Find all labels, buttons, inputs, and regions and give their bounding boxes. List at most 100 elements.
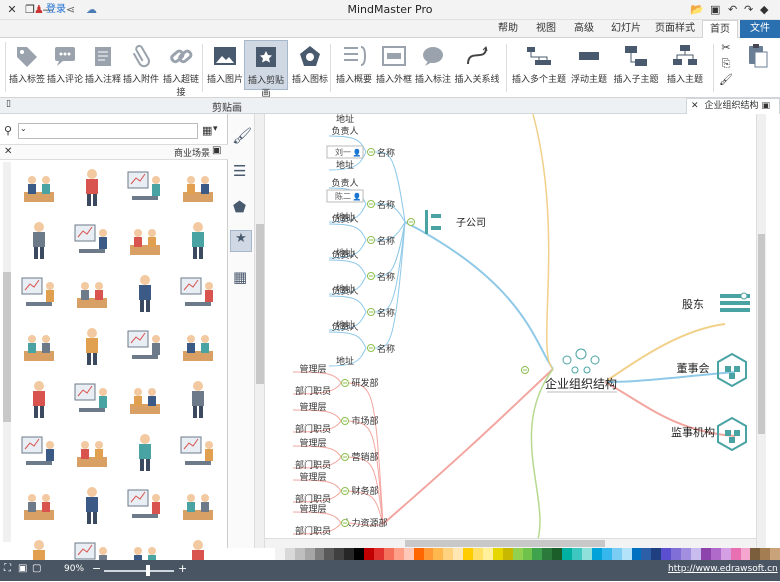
clipart-thumbnail[interactable] xyxy=(124,219,166,261)
color-swatch[interactable] xyxy=(463,548,474,560)
panel-scrollbar[interactable] xyxy=(3,162,11,542)
tab-help[interactable]: 帮助 xyxy=(490,20,526,38)
clipart-thumbnail[interactable] xyxy=(71,166,113,208)
color-palette[interactable] xyxy=(265,548,780,560)
clipart-thumbnail[interactable] xyxy=(177,166,219,208)
color-swatch[interactable] xyxy=(631,548,642,560)
color-swatch[interactable] xyxy=(572,548,582,560)
color-swatch[interactable] xyxy=(730,548,741,560)
person-in-charge-node[interactable]: 负责人 xyxy=(331,177,358,189)
company-name-node[interactable]: 名称 xyxy=(377,343,395,355)
clipart-thumbnail[interactable] xyxy=(18,484,60,526)
share-icon[interactable]: ⋖ xyxy=(66,3,75,17)
management-node[interactable]: 管理层 xyxy=(299,437,326,449)
color-swatch[interactable] xyxy=(720,548,731,560)
color-swatch[interactable] xyxy=(710,548,721,560)
address-node[interactable]: 地址 xyxy=(336,114,354,125)
close-window-button[interactable]: ✕ xyxy=(4,2,20,18)
clipart-thumbnail[interactable] xyxy=(18,325,60,367)
insert-tag-button[interactable]: 插入标签 xyxy=(8,40,46,90)
department-node[interactable]: 财务部 xyxy=(351,485,378,497)
clipart-thumbnail[interactable] xyxy=(124,272,166,314)
color-swatch[interactable] xyxy=(760,548,771,560)
panel-pin-icon[interactable]: ▯ xyxy=(6,99,11,109)
open-icon[interactable]: 📂 xyxy=(690,3,704,17)
document-tab[interactable]: ✕ 企业组织结构 ▣ xyxy=(686,98,780,114)
cloud-icon[interactable]: ☁ xyxy=(86,3,97,17)
tab-page-style[interactable]: 页面样式 xyxy=(650,20,700,38)
right-topic-0[interactable]: 股东 xyxy=(682,298,704,311)
person-in-charge-node[interactable]: 负责人 xyxy=(331,321,358,333)
library-grid-icon[interactable]: ▦ xyxy=(202,124,212,137)
company-name-node[interactable]: 名称 xyxy=(377,307,395,319)
dropdown-arrow-icon[interactable]: ⌄ xyxy=(20,124,27,133)
color-swatch[interactable] xyxy=(403,548,414,560)
clipart-thumbnail[interactable] xyxy=(71,219,113,261)
clipart-thumbnail[interactable] xyxy=(177,325,219,367)
person-in-charge-node[interactable]: 负责人 xyxy=(331,249,358,261)
library-dropdown-icon[interactable]: ▾ xyxy=(213,124,218,134)
color-swatch[interactable] xyxy=(651,548,662,560)
branch-subsidiary[interactable]: 子公司 xyxy=(456,217,486,229)
cut-icon[interactable]: ✂ xyxy=(716,40,736,56)
insert-note-button[interactable]: 插入注释 xyxy=(84,40,122,90)
color-swatch[interactable] xyxy=(373,548,384,560)
company-name-node[interactable]: 名称 xyxy=(377,147,395,159)
insert-relationship-button[interactable]: 插入关系线 xyxy=(452,40,502,90)
staff-node[interactable]: 部门职员 xyxy=(295,525,331,537)
color-swatch[interactable] xyxy=(482,548,493,560)
clipart-thumbnail[interactable] xyxy=(177,484,219,526)
color-swatch[interactable] xyxy=(453,548,464,560)
color-swatch[interactable] xyxy=(591,548,602,560)
zoom-out-icon[interactable]: − xyxy=(92,562,101,575)
color-swatch[interactable] xyxy=(423,548,434,560)
tab-advanced[interactable]: 高级 xyxy=(566,20,602,38)
format-painter-icon[interactable]: 🖌 xyxy=(716,72,736,88)
clipart-panel-icon[interactable]: ★ xyxy=(230,230,252,252)
insert-attachment-button[interactable]: 插入附件 xyxy=(122,40,160,90)
clipart-thumbnail[interactable] xyxy=(18,166,60,208)
insert-hyperlink-button[interactable]: 插入超链接 xyxy=(160,40,202,98)
color-swatch[interactable] xyxy=(324,548,335,560)
person-in-charge-node[interactable]: 负责人 xyxy=(331,285,358,297)
vertical-scrollbar[interactable] xyxy=(756,114,766,548)
clipart-thumbnail[interactable] xyxy=(71,431,113,473)
person-in-charge-node[interactable]: 负责人 xyxy=(331,125,358,137)
panel-scrollbar-thumb[interactable] xyxy=(3,272,11,422)
color-swatch[interactable] xyxy=(443,548,454,560)
color-swatch[interactable] xyxy=(611,548,622,560)
insert-topic-button[interactable]: 插入主题 xyxy=(660,40,710,90)
clipart-thumbnail[interactable] xyxy=(124,431,166,473)
staff-node[interactable]: 部门职员 xyxy=(295,459,331,471)
color-swatch[interactable] xyxy=(671,548,682,560)
clipart-thumbnail[interactable] xyxy=(124,378,166,420)
department-node[interactable]: 市场部 xyxy=(351,415,378,427)
person-in-charge-node[interactable]: 负责人 xyxy=(331,213,358,225)
company-name-node[interactable]: 名称 xyxy=(377,235,395,247)
clipart-thumbnail[interactable] xyxy=(18,431,60,473)
insert-boundary-button[interactable]: 插入外框 xyxy=(374,40,414,90)
staff-node[interactable]: 部门职员 xyxy=(295,493,331,505)
paste-icon[interactable] xyxy=(743,42,771,70)
color-swatch[interactable] xyxy=(284,548,295,560)
fit-page-icon[interactable]: ▣ xyxy=(18,563,27,574)
department-node[interactable]: 人力资源部 xyxy=(342,517,387,529)
color-swatch[interactable] xyxy=(661,548,672,560)
color-swatch[interactable] xyxy=(522,548,533,560)
insert-comment-button[interactable]: 插入评论 xyxy=(46,40,84,90)
department-node[interactable]: 营销部 xyxy=(351,451,378,463)
clipart-thumbnail[interactable] xyxy=(177,431,219,473)
color-swatch[interactable] xyxy=(314,548,325,560)
clipart-thumbnail[interactable] xyxy=(71,272,113,314)
management-node[interactable]: 管理层 xyxy=(299,471,326,483)
color-swatch[interactable] xyxy=(750,548,761,560)
search-icon[interactable]: ⚲ xyxy=(4,124,12,137)
color-swatch[interactable] xyxy=(552,548,563,560)
icon-library-icon[interactable]: ⬟ xyxy=(233,198,246,216)
color-swatch[interactable] xyxy=(770,548,780,560)
person-icon[interactable]: 👤 xyxy=(353,148,362,157)
management-node[interactable]: 管理层 xyxy=(299,401,326,413)
color-swatch[interactable] xyxy=(740,548,751,560)
floating-topic-button[interactable]: 浮动主题 xyxy=(566,40,612,90)
clipart-thumbnail[interactable] xyxy=(18,378,60,420)
